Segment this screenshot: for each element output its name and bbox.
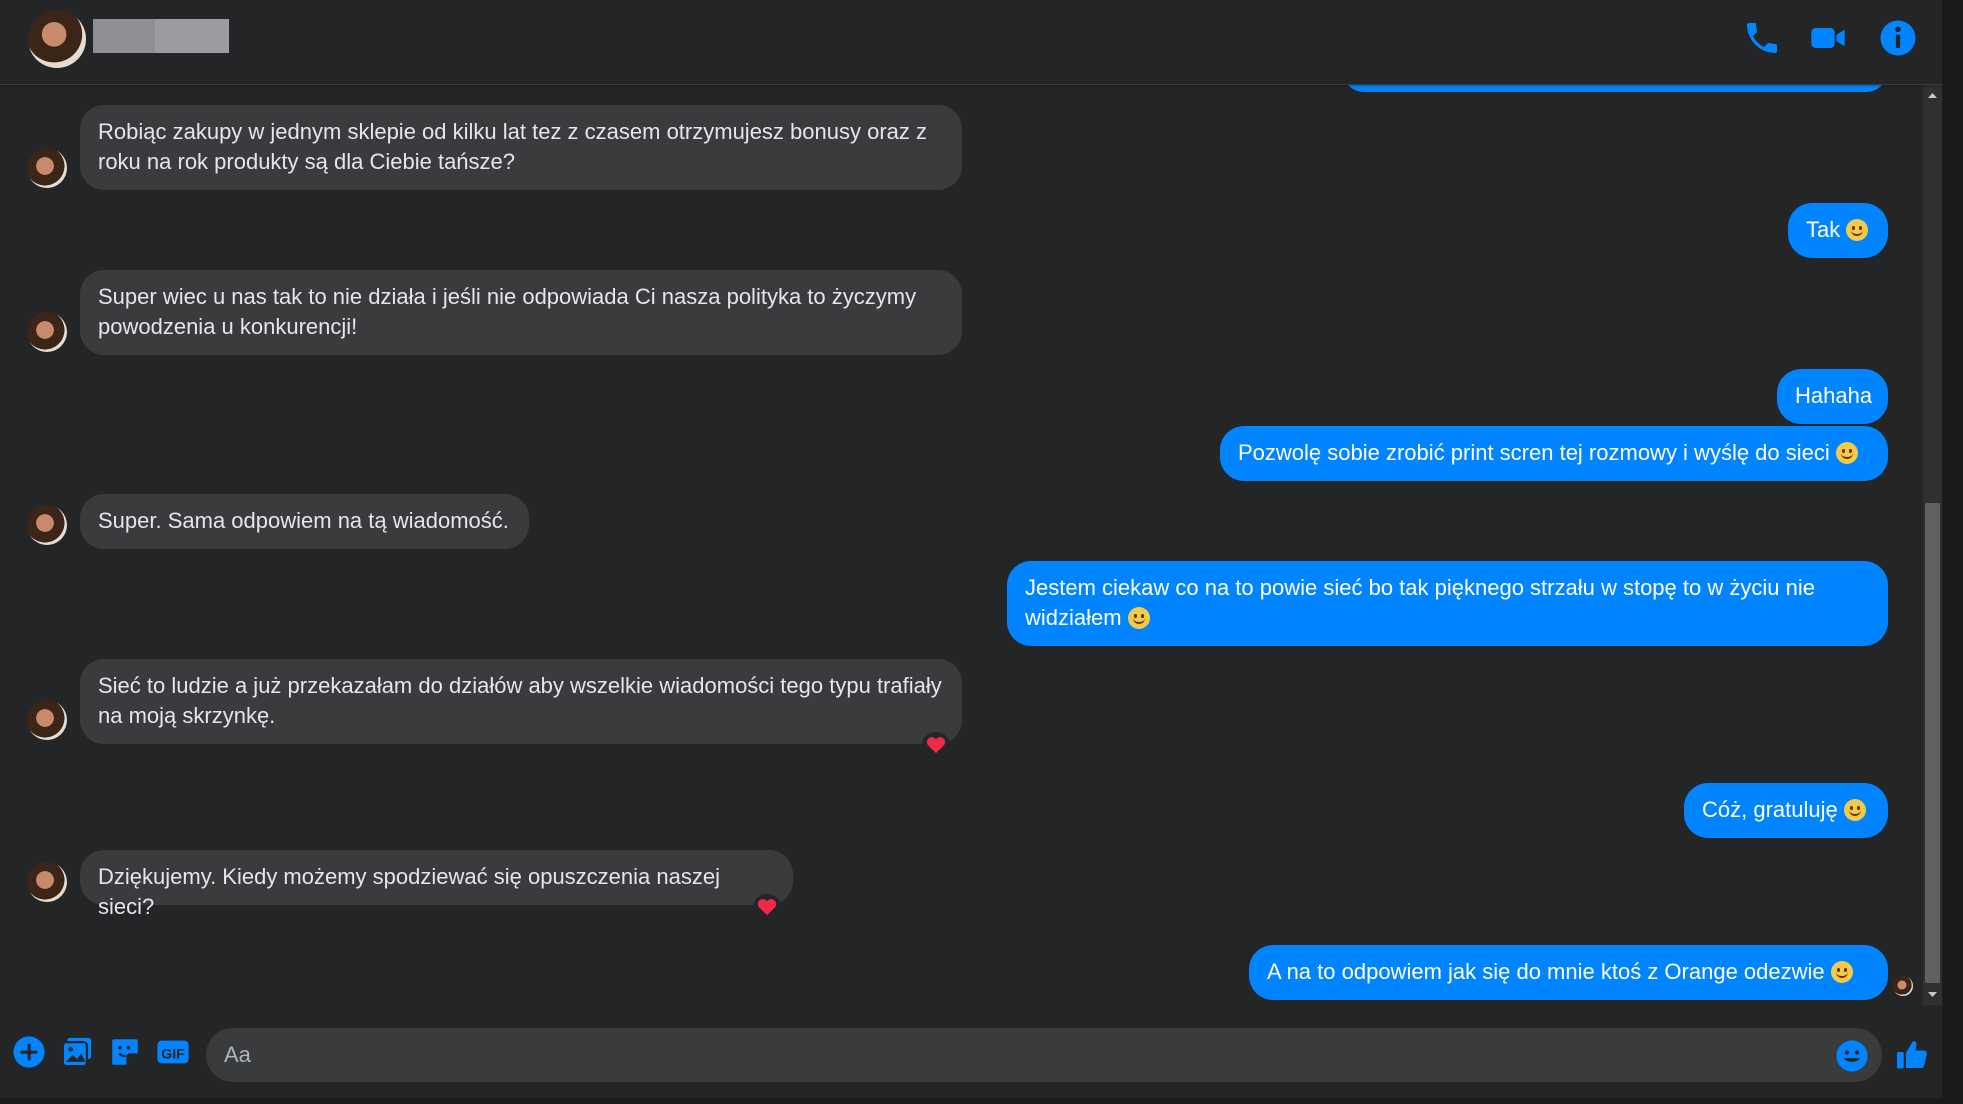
sender-avatar (27, 862, 67, 902)
add-icon[interactable] (12, 1035, 46, 1069)
image-icon[interactable] (60, 1035, 94, 1069)
smile-emoji-icon (1127, 607, 1150, 629)
message-text: Hahaha (1795, 383, 1873, 408)
message-outgoing[interactable]: Jestem ciekaw co na to powie sieć bo tak… (1007, 561, 1888, 646)
heart-reaction-icon[interactable] (922, 732, 950, 758)
scroll-thumb[interactable] (1925, 503, 1940, 983)
message-text: Cóż, gratuluję (1702, 797, 1838, 822)
info-icon[interactable] (1878, 18, 1918, 58)
phone-icon[interactable] (1742, 18, 1782, 58)
smile-emoji-icon (1843, 799, 1866, 821)
message-text: Super wiec u nas tak to nie działa i jeś… (98, 284, 917, 339)
messages-scrollbar[interactable] (1923, 85, 1942, 1005)
video-icon[interactable] (1808, 18, 1848, 58)
smile-emoji-icon (1830, 961, 1853, 983)
smile-emoji-icon (1846, 219, 1869, 241)
thumbs-up-icon[interactable] (1894, 1037, 1930, 1073)
seen-receipt-avatar (1893, 976, 1913, 996)
message-incoming[interactable]: Super. Sama odpowiem na tą wiadomość. (80, 494, 529, 549)
sticker-icon[interactable] (108, 1035, 142, 1069)
emoji-icon[interactable] (1835, 1039, 1869, 1073)
message-outgoing[interactable]: A na to odpowiem jak się do mnie ktoś z … (1249, 945, 1888, 1000)
message-incoming[interactable]: Robiąc zakupy w jednym sklepie od kilku … (80, 105, 962, 190)
message-text: Pozwolę sobie zrobić print scren tej roz… (1238, 440, 1830, 465)
heart-reaction-icon[interactable] (753, 894, 781, 920)
sender-avatar (27, 505, 67, 545)
contact-name-redacted[interactable] (93, 19, 229, 53)
message-incoming[interactable]: Super wiec u nas tak to nie działa i jeś… (80, 270, 962, 355)
contact-avatar[interactable] (28, 10, 86, 68)
message-text: A na to odpowiem jak się do mnie ktoś z … (1267, 959, 1825, 984)
sender-avatar (27, 700, 67, 740)
message-incoming[interactable]: Sieć to ludzie a już przekazałam do dzia… (80, 659, 962, 744)
window-edge (1942, 0, 1963, 1104)
chat-header (0, 0, 1942, 85)
scroll-down-arrow-icon[interactable] (1923, 987, 1942, 1001)
message-outgoing[interactable]: Pozwolę sobie zrobić print scren tej roz… (1220, 426, 1888, 481)
message-text: Robiąc zakupy w jednym sklepie od kilku … (98, 119, 928, 174)
message-incoming[interactable]: Dziękujemy. Kiedy możemy spodziewać się … (80, 850, 793, 919)
message-text: Tak (1806, 217, 1841, 242)
gif-label: GIF (161, 1046, 185, 1062)
sender-avatar (27, 148, 67, 188)
message-outgoing[interactable]: Hahaha (1777, 369, 1888, 424)
scroll-up-arrow-icon[interactable] (1923, 89, 1942, 103)
smile-emoji-icon (1835, 442, 1858, 464)
message-outgoing[interactable]: Cóż, gratuluję (1684, 783, 1888, 838)
message-outgoing[interactable]: Tak (1788, 203, 1888, 258)
gif-icon[interactable]: GIF (156, 1035, 190, 1069)
message-input[interactable] (206, 1028, 1882, 1082)
message-text: Sieć to ludzie a już przekazałam do dzia… (98, 673, 942, 728)
window-bottom-edge (0, 1098, 1963, 1104)
message-composer: GIF (0, 1013, 1942, 1098)
sender-avatar (27, 312, 67, 352)
message-text: Super. Sama odpowiem na tą wiadomość. (98, 508, 509, 533)
message-text: Dziękujemy. Kiedy możemy spodziewać się … (98, 864, 720, 919)
